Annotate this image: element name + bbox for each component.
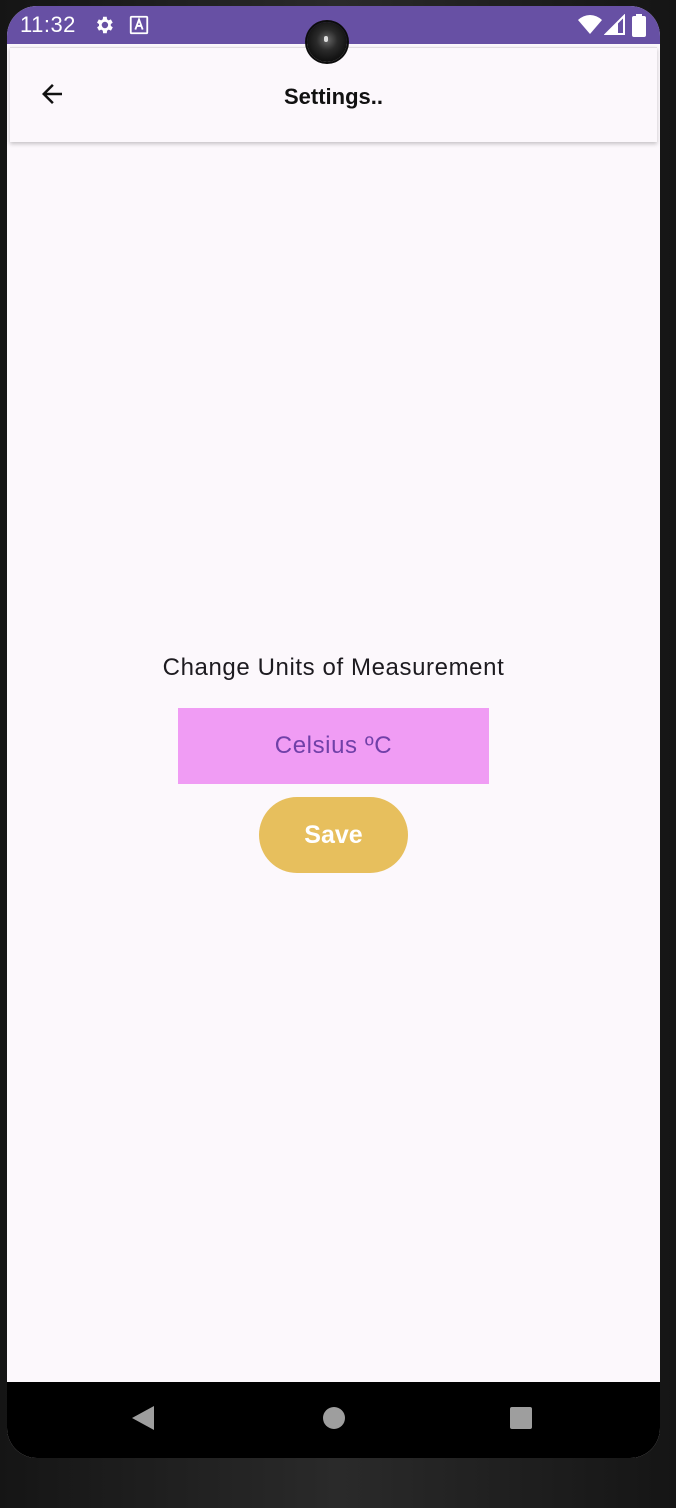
nav-home-button[interactable]	[310, 1396, 358, 1444]
page-title: Settings..	[283, 84, 383, 109]
nav-back-button[interactable]	[119, 1396, 167, 1444]
gear-icon	[93, 14, 115, 36]
home-circle-icon	[321, 1405, 347, 1436]
back-triangle-icon	[130, 1404, 156, 1437]
nav-recents-button[interactable]	[497, 1396, 545, 1444]
status-time: 11:32	[20, 12, 76, 37]
battery-icon	[631, 14, 647, 37]
save-button[interactable]: Save	[259, 797, 408, 873]
signal-icon	[603, 13, 626, 36]
navigation-bar	[7, 1382, 660, 1458]
recents-square-icon	[509, 1406, 533, 1435]
a-icon	[128, 14, 150, 36]
units-label: Change Units of Measurement	[162, 654, 505, 681]
app-bar: Settings..	[10, 47, 657, 142]
unit-selector[interactable]: Celsius ºC	[178, 708, 489, 784]
front-camera	[307, 22, 347, 62]
wifi-icon	[577, 14, 603, 36]
settings-content: Change Units of Measurement Celsius ºC S…	[7, 146, 660, 1382]
phone-screen: 11:32 Settings.. Change Units of Measure…	[7, 6, 660, 1458]
device-frame: 11:32 Settings.. Change Units of Measure…	[0, 0, 676, 1508]
